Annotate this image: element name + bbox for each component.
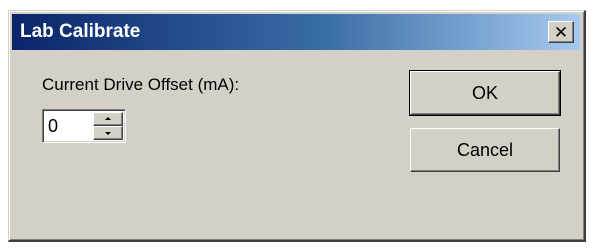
spin-up-arrow-icon: [105, 117, 111, 120]
cancel-button[interactable]: Cancel: [410, 128, 560, 172]
close-icon: ✕: [553, 22, 569, 42]
close-button[interactable]: ✕: [548, 21, 574, 43]
spin-down-arrow-icon: [105, 132, 111, 135]
current-drive-offset-spinner[interactable]: 0: [42, 109, 126, 143]
window-title: Lab Calibrate: [20, 21, 141, 42]
lab-calibrate-dialog: Lab Calibrate ✕ Current Drive Offset (mA…: [8, 10, 586, 242]
spin-buttons: [93, 112, 123, 140]
spin-up-button[interactable]: [93, 112, 123, 126]
current-drive-offset-input[interactable]: 0: [48, 115, 58, 137]
spin-down-button[interactable]: [93, 126, 123, 140]
title-bar[interactable]: Lab Calibrate ✕: [12, 14, 580, 50]
ok-button[interactable]: OK: [409, 70, 561, 116]
current-drive-offset-label: Current Drive Offset (mA):: [42, 75, 240, 94]
